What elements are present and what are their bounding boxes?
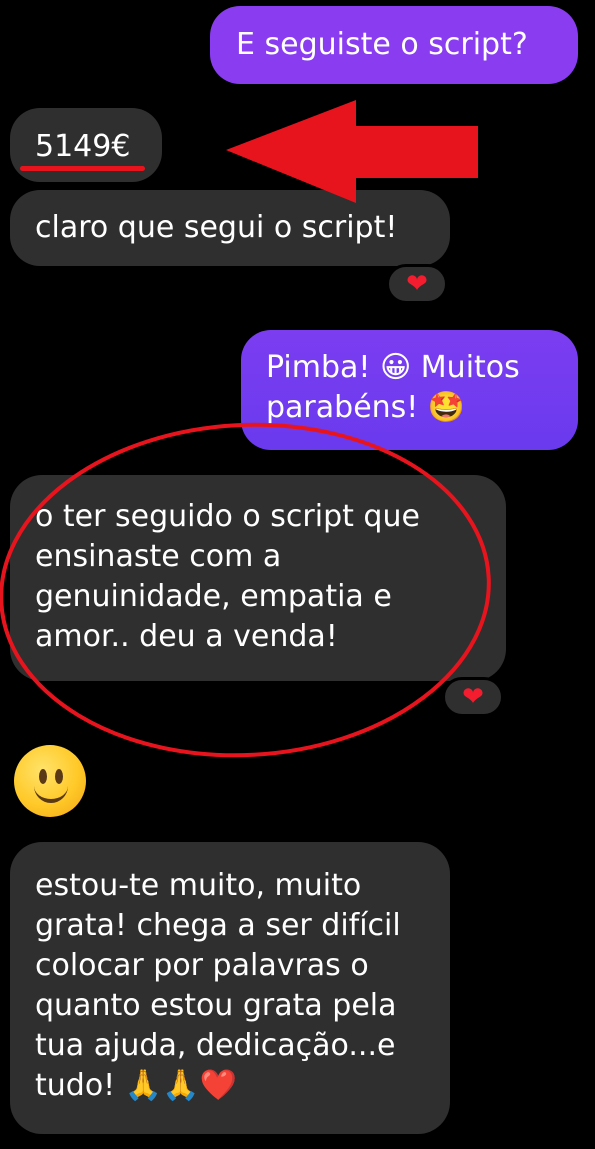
annotation-overlay: [0, 100, 491, 758]
annotation-ellipse: [0, 422, 491, 758]
annotation-arrow: [226, 100, 478, 203]
